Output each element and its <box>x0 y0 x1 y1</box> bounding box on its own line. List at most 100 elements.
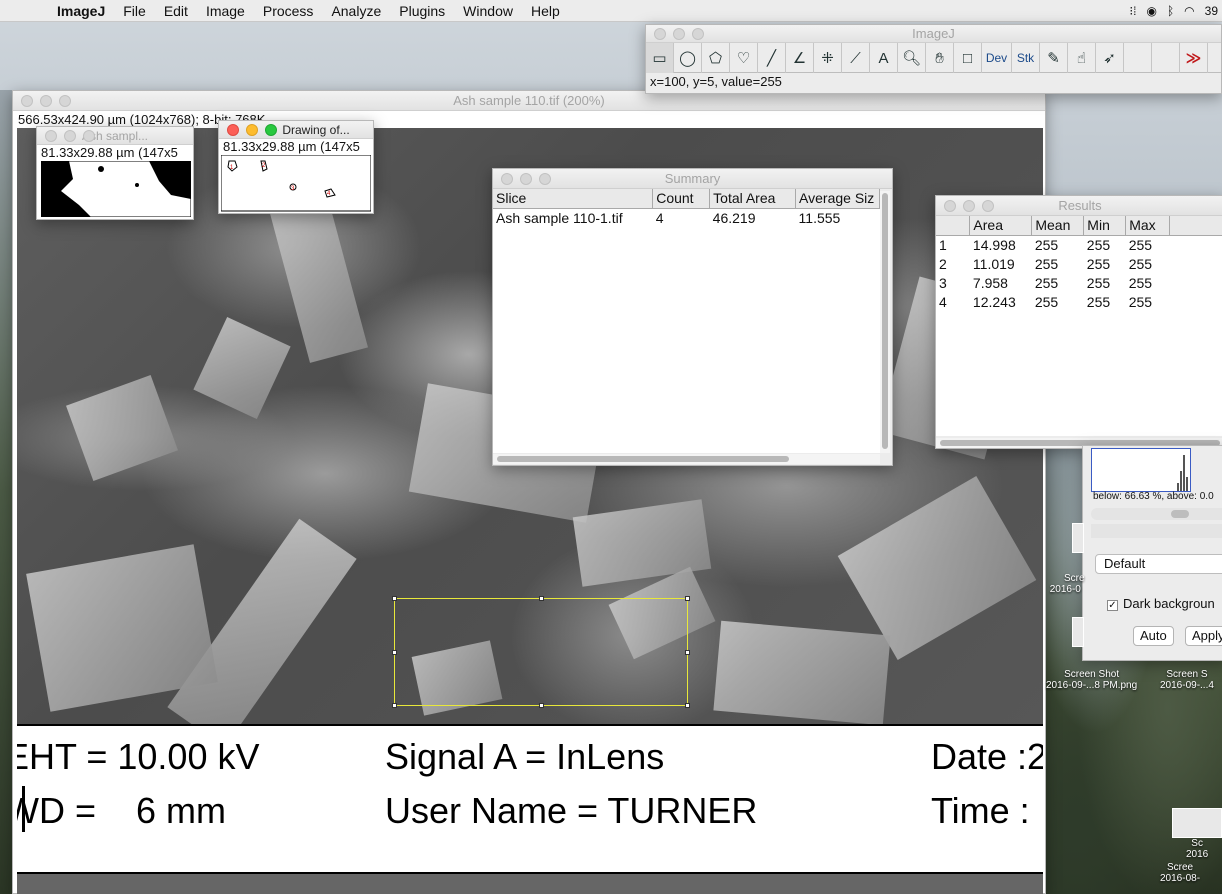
bluetooth-icon[interactable]: ᛒ <box>1167 4 1174 18</box>
close-button[interactable] <box>654 28 666 40</box>
summary-header-total-area[interactable]: Total Area <box>709 189 797 209</box>
zoom-button[interactable] <box>83 130 95 142</box>
line-tool-icon[interactable]: ╱ <box>758 43 786 73</box>
roi-handle[interactable] <box>392 596 397 601</box>
empty-tool-slot[interactable] <box>1152 43 1180 73</box>
stk-menu-button[interactable]: Stk <box>1012 43 1040 73</box>
results-header-area[interactable]: Area <box>969 216 1033 236</box>
desktop-file-icon[interactable]: Screen Shot 2016-09-...8 PM.png <box>1046 669 1137 691</box>
zoom-button[interactable] <box>982 200 994 212</box>
roi-handle[interactable] <box>685 650 690 655</box>
menu-analyze[interactable]: Analyze <box>322 3 390 19</box>
table-row[interactable]: Ash sample 110-1.tif 4 46.219 11.555 <box>493 208 880 227</box>
slider-knob[interactable] <box>1171 510 1189 518</box>
summary-horizontal-scrollbar[interactable] <box>493 454 880 464</box>
text-tool-icon[interactable]: A <box>870 43 898 73</box>
drawing-image[interactable]: 1 2 3 4 <box>221 155 371 213</box>
auto-button[interactable]: Auto <box>1133 626 1174 646</box>
results-header-extra[interactable] <box>1169 216 1222 236</box>
arrow-tool-icon[interactable]: ➶ <box>1096 43 1124 73</box>
minimize-button[interactable] <box>246 124 258 136</box>
roi-handle[interactable] <box>539 703 544 708</box>
desktop-file-icon[interactable]: Screen S 2016-09-...4 <box>1160 669 1214 691</box>
roi-handle[interactable] <box>685 703 690 708</box>
menu-window[interactable]: Window <box>454 3 522 19</box>
brush-tool-icon[interactable]: ✎ <box>1040 43 1068 73</box>
disk-icon[interactable]: ◉ <box>1146 4 1156 18</box>
desktop-file-thumbnail[interactable] <box>1072 523 1084 553</box>
table-row[interactable]: 4 12.243 255 255 255 <box>936 292 1222 311</box>
summary-header-count[interactable]: Count <box>652 189 711 209</box>
roi-handle[interactable] <box>392 650 397 655</box>
close-button[interactable] <box>45 130 57 142</box>
roi-rectangle[interactable] <box>392 596 690 708</box>
roi-handle[interactable] <box>392 703 397 708</box>
cell: 11.555 <box>795 208 880 227</box>
zoom-button[interactable] <box>692 28 704 40</box>
menu-file[interactable]: File <box>114 3 155 19</box>
close-button[interactable] <box>21 95 33 107</box>
apply-button[interactable]: Apply <box>1185 626 1222 646</box>
wand-tool-icon[interactable]: ⟋ <box>842 43 870 73</box>
summary-header-average-size[interactable]: Average Siz <box>795 189 880 209</box>
zoom-button[interactable] <box>539 173 551 185</box>
image-window-titlebar[interactable]: Ash sample 110.tif (200%) <box>13 91 1045 111</box>
threshold-slider-2[interactable] <box>1091 524 1222 538</box>
minimize-button[interactable] <box>64 130 76 142</box>
dark-background-checkbox[interactable]: ✓ Dark backgroun <box>1107 596 1215 611</box>
touch-tool-icon[interactable]: ☝ <box>1068 43 1096 73</box>
summary-header-slice[interactable]: Slice <box>493 189 654 209</box>
close-button[interactable] <box>501 173 513 185</box>
results-header-index[interactable] <box>936 216 971 236</box>
cell: 11.019 <box>969 254 1032 273</box>
summary-vertical-scrollbar[interactable] <box>880 191 890 453</box>
desktop-file-thumbnail[interactable] <box>1172 808 1222 838</box>
results-header-mean[interactable]: Mean <box>1031 216 1085 236</box>
desktop-file-icon[interactable]: Sc 2016 <box>1186 838 1208 860</box>
point-tool-icon[interactable]: ⁜ <box>814 43 842 73</box>
desktop-file-icon[interactable]: Scree 2016-08- <box>1160 862 1200 884</box>
hand-tool-icon[interactable]: ✋︎ <box>926 43 954 73</box>
results-header-min[interactable]: Min <box>1083 216 1127 236</box>
table-row[interactable]: 3 7.958 255 255 255 <box>936 273 1222 292</box>
freehand-tool-icon[interactable]: ♡ <box>730 43 758 73</box>
menu-help[interactable]: Help <box>522 3 569 19</box>
zoom-button[interactable] <box>59 95 71 107</box>
oval-tool-icon[interactable]: ◯ <box>674 43 702 73</box>
minimize-button[interactable] <box>40 95 52 107</box>
minimize-button[interactable] <box>673 28 685 40</box>
menu-image[interactable]: Image <box>197 3 254 19</box>
magnifier-tool-icon[interactable]: 🔍︎ <box>898 43 926 73</box>
zoom-button[interactable] <box>265 124 277 136</box>
wifi-icon[interactable]: ◠ <box>1184 4 1194 18</box>
color-picker-icon[interactable]: □ <box>954 43 982 73</box>
sync-icon[interactable]: ⁝⁞ <box>1129 4 1136 18</box>
dev-menu-button[interactable]: Dev <box>982 43 1012 73</box>
minimize-button[interactable] <box>963 200 975 212</box>
rectangle-tool-icon[interactable]: ▭ <box>646 43 674 73</box>
time-label: Time : <box>931 790 1030 831</box>
menu-imagej[interactable]: ImageJ <box>48 3 114 19</box>
menu-plugins[interactable]: Plugins <box>390 3 454 19</box>
angle-tool-icon[interactable]: ∠ <box>786 43 814 73</box>
minimize-button[interactable] <box>520 173 532 185</box>
desktop-file-icon[interactable]: Scre 2016-0 <box>1050 573 1085 595</box>
mask-image[interactable] <box>41 161 191 217</box>
desktop-file-thumbnail[interactable] <box>1072 617 1084 647</box>
checkmark-icon[interactable]: ✓ <box>1107 600 1118 611</box>
close-button[interactable] <box>227 124 239 136</box>
polygon-tool-icon[interactable]: ⬠ <box>702 43 730 73</box>
roi-handle[interactable] <box>539 596 544 601</box>
table-row[interactable]: 1 14.998 255 255 255 <box>936 235 1222 254</box>
menu-process[interactable]: Process <box>254 3 323 19</box>
threshold-method-select[interactable]: Default <box>1095 554 1222 574</box>
threshold-slider[interactable] <box>1091 508 1222 520</box>
battery-percent[interactable]: 39 <box>1205 4 1218 18</box>
roi-handle[interactable] <box>685 596 690 601</box>
empty-tool-slot[interactable] <box>1124 43 1152 73</box>
table-row[interactable]: 2 11.019 255 255 255 <box>936 254 1222 273</box>
results-header-max[interactable]: Max <box>1125 216 1171 236</box>
close-button[interactable] <box>944 200 956 212</box>
menu-edit[interactable]: Edit <box>155 3 197 19</box>
more-tools-button[interactable]: ≫ <box>1180 43 1208 73</box>
